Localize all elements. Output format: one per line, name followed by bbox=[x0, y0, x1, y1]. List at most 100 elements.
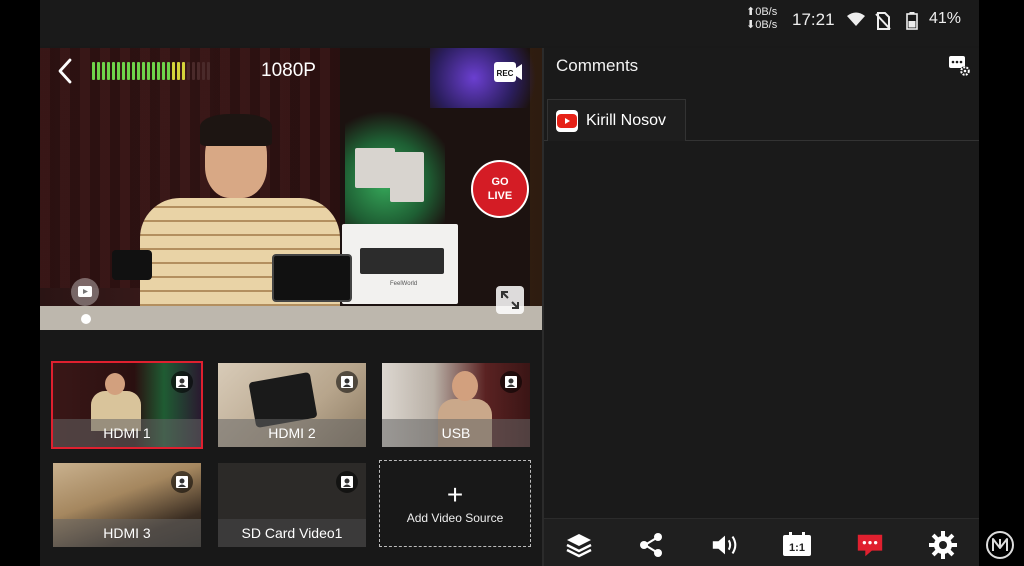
go-live-line2: LIVE bbox=[487, 190, 513, 202]
audio-meter-bar bbox=[182, 62, 185, 80]
user-icon bbox=[176, 376, 188, 388]
wifi-icon bbox=[847, 12, 865, 26]
no-sim-icon bbox=[875, 12, 891, 30]
comment-source-tabs: Kirill Nosov bbox=[544, 99, 979, 141]
settings-icon bbox=[929, 531, 957, 559]
resolution-indicator[interactable]: 1080P bbox=[261, 60, 316, 82]
audio-meter-bar bbox=[197, 62, 200, 80]
user-icon bbox=[505, 376, 517, 388]
source-tile-sdcard[interactable]: SD Card Video1 bbox=[218, 463, 366, 547]
back-arrow-icon[interactable] bbox=[55, 57, 75, 85]
source-user-badge bbox=[171, 471, 193, 493]
audio-meter-bar bbox=[112, 62, 115, 80]
audio-meter-bar bbox=[157, 62, 160, 80]
play-button[interactable] bbox=[71, 278, 99, 306]
source-tile-hdmi2[interactable]: HDMI 2 bbox=[218, 363, 366, 447]
source-tile-usb[interactable]: USB bbox=[382, 363, 530, 447]
product-box-device bbox=[360, 248, 444, 274]
volume-button[interactable] bbox=[710, 531, 740, 559]
app-window: ⬆0B/s ⬇0B/s 17:21 41% FeelWorld 1080P RE… bbox=[40, 0, 979, 566]
tab-kirill-nosov[interactable]: Kirill Nosov bbox=[547, 99, 686, 141]
camera bbox=[112, 250, 152, 280]
comment-settings-icon[interactable] bbox=[946, 52, 972, 78]
comments-panel: Comments Kirill Nosov bbox=[544, 48, 979, 518]
source-user-badge bbox=[336, 371, 358, 393]
clock: 17:21 bbox=[792, 10, 835, 29]
presenter-hair bbox=[200, 114, 272, 146]
share-button[interactable] bbox=[636, 531, 666, 559]
source-tile-hdmi1[interactable]: HDMI 1 bbox=[51, 361, 203, 449]
source-user-badge bbox=[336, 471, 358, 493]
product-box-brand: FeelWorld bbox=[390, 281, 418, 287]
tab-label: Kirill Nosov bbox=[586, 111, 667, 129]
layers-button[interactable] bbox=[564, 531, 594, 559]
share-icon bbox=[640, 533, 662, 557]
shelf-purple-light bbox=[430, 48, 540, 108]
audio-meter-bar bbox=[187, 62, 190, 80]
source-tile-hdmi3[interactable]: HDMI 3 bbox=[53, 463, 201, 547]
shelf-box bbox=[390, 152, 424, 202]
layers-icon bbox=[566, 534, 592, 558]
aspect-ratio-label: 1:1 bbox=[789, 542, 805, 554]
audio-meter-bar bbox=[147, 62, 150, 80]
source-label: SD Card Video1 bbox=[218, 519, 366, 547]
user-icon bbox=[341, 476, 353, 488]
shelf-box bbox=[355, 148, 395, 188]
desk bbox=[40, 306, 542, 330]
volume-icon bbox=[712, 535, 737, 555]
audio-meter-bar bbox=[97, 62, 100, 80]
video-sources-panel: HDMI 1 HDMI 2 USB HDMI 3 SD Card Video1 … bbox=[40, 330, 542, 566]
download-speed: ⬇0B/s bbox=[746, 19, 778, 31]
source-presenter-head bbox=[105, 373, 125, 395]
settings-button[interactable] bbox=[928, 531, 958, 559]
audio-meter-bar bbox=[167, 62, 170, 80]
source-user-badge bbox=[500, 371, 522, 393]
live-preview[interactable]: FeelWorld 1080P REC GO LIVE bbox=[40, 48, 542, 330]
comments-button[interactable] bbox=[855, 531, 885, 559]
source-label: USB bbox=[382, 419, 530, 447]
audio-meter-bar bbox=[132, 62, 135, 80]
plus-icon: + bbox=[446, 478, 464, 510]
audio-meter-bar bbox=[177, 62, 180, 80]
user-icon bbox=[176, 476, 188, 488]
audio-meter-bar bbox=[152, 62, 155, 80]
bottom-toolbar: 1:1 bbox=[544, 518, 979, 566]
audio-meter-bar bbox=[92, 62, 95, 80]
audio-meter-bar bbox=[117, 62, 120, 80]
audio-meter-bar bbox=[192, 62, 195, 80]
channel-logo-icon bbox=[986, 531, 1014, 559]
audio-meter-bar bbox=[207, 62, 210, 80]
aspect-ratio-icon: 1:1 bbox=[783, 532, 811, 556]
audio-meter-bar bbox=[202, 62, 205, 80]
comments-title: Comments bbox=[556, 56, 639, 75]
field-monitor bbox=[272, 254, 352, 302]
source-user-badge bbox=[171, 371, 193, 393]
go-live-line1: GO bbox=[491, 176, 509, 188]
audio-meter-bar bbox=[137, 62, 140, 80]
audio-meter-bar bbox=[107, 62, 110, 80]
record-label: REC bbox=[497, 69, 514, 78]
battery-icon bbox=[906, 12, 918, 30]
audio-meter-bar bbox=[172, 62, 175, 80]
upload-speed: ⬆0B/s bbox=[746, 6, 778, 18]
network-speed: ⬆0B/s ⬇0B/s bbox=[746, 6, 777, 32]
audio-meter-bar bbox=[122, 62, 125, 80]
youtube-icon bbox=[556, 109, 578, 132]
source-label: HDMI 2 bbox=[218, 419, 366, 447]
expand-button[interactable] bbox=[496, 286, 524, 314]
audio-level-meter bbox=[92, 62, 210, 80]
source-label: HDMI 1 bbox=[53, 419, 201, 447]
user-icon bbox=[341, 376, 353, 388]
go-live-button[interactable]: GO LIVE bbox=[471, 160, 529, 218]
record-icon[interactable]: REC bbox=[493, 59, 523, 85]
add-video-source-button[interactable]: + Add Video Source bbox=[379, 460, 531, 547]
add-video-source-label: Add Video Source bbox=[406, 510, 504, 525]
audio-meter-bar bbox=[127, 62, 130, 80]
page-indicator-dot bbox=[81, 314, 91, 324]
audio-meter-bar bbox=[142, 62, 145, 80]
source-label: HDMI 3 bbox=[53, 519, 201, 547]
status-bar: ⬆0B/s ⬇0B/s 17:21 41% bbox=[40, 0, 979, 46]
battery-percentage: 41% bbox=[929, 10, 962, 27]
aspect-ratio-button[interactable]: 1:1 bbox=[782, 531, 812, 559]
play-icon bbox=[78, 286, 92, 297]
